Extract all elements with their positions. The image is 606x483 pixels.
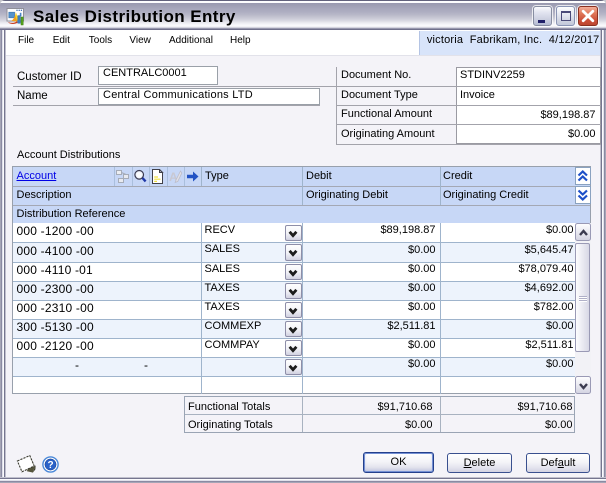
svg-text:?: ? [47,460,53,471]
